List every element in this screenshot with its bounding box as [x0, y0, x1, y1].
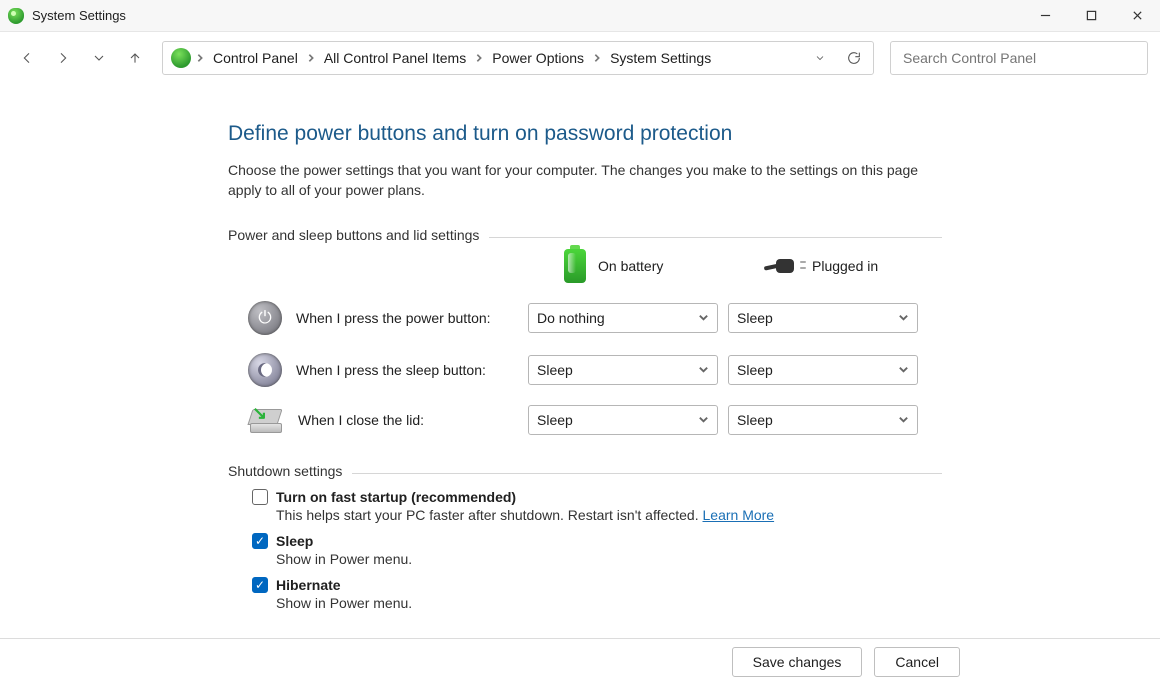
group-legend: Power and sleep buttons and lid settings: [228, 227, 489, 243]
learn-more-link[interactable]: Learn More: [703, 507, 775, 523]
on-battery-label: On battery: [598, 258, 663, 274]
power-sleep-lid-group: Power and sleep buttons and lid settings…: [228, 227, 942, 435]
hibernate-title: Hibernate: [276, 577, 341, 593]
control-panel-icon: [171, 48, 191, 68]
address-bar[interactable]: Control Panel All Control Panel Items Po…: [162, 41, 874, 75]
sleep-title: Sleep: [276, 533, 313, 549]
maximize-button[interactable]: [1068, 0, 1114, 32]
hibernate-checkbox[interactable]: [252, 577, 268, 593]
footer: Save changes Cancel: [0, 638, 1160, 684]
sleep-button-row-label: When I press the sleep button:: [228, 353, 528, 387]
chevron-down-icon: [898, 312, 909, 323]
sleep-subtext: Show in Power menu.: [276, 551, 942, 567]
chevron-right-icon[interactable]: [592, 53, 602, 63]
power-button-icon: [248, 301, 282, 335]
address-dropdown-button[interactable]: [805, 43, 835, 73]
app-icon: [8, 8, 24, 24]
chevron-down-icon: [698, 414, 709, 425]
sleep-item: Sleep Show in Power menu.: [252, 533, 942, 567]
fast-startup-item: Turn on fast startup (recommended) This …: [252, 489, 942, 523]
page-description: Choose the power settings that you want …: [228, 160, 928, 201]
close-lid-plugged-select[interactable]: Sleep: [728, 405, 918, 435]
chevron-down-icon: [698, 312, 709, 323]
breadcrumb-item[interactable]: System Settings: [606, 50, 715, 66]
chevron-down-icon: [898, 364, 909, 375]
battery-icon: [564, 249, 586, 283]
content-area: Define power buttons and turn on passwor…: [0, 84, 1160, 638]
lid-icon: ↘: [248, 407, 284, 433]
minimize-button[interactable]: [1022, 0, 1068, 32]
power-button-battery-select[interactable]: Do nothing: [528, 303, 718, 333]
up-button[interactable]: [120, 43, 150, 73]
fast-startup-subtext: This helps start your PC faster after sh…: [276, 507, 703, 523]
group-legend: Shutdown settings: [228, 463, 352, 479]
close-button[interactable]: [1114, 0, 1160, 32]
toolbar: Control Panel All Control Panel Items Po…: [0, 32, 1160, 84]
plugged-in-header: Plugged in: [728, 257, 928, 275]
power-button-plugged-select[interactable]: Sleep: [728, 303, 918, 333]
search-input[interactable]: [901, 49, 1137, 67]
window-title: System Settings: [32, 8, 126, 23]
sleep-checkbox[interactable]: [252, 533, 268, 549]
fast-startup-checkbox[interactable]: [252, 489, 268, 505]
refresh-button[interactable]: [839, 43, 869, 73]
on-battery-header: On battery: [528, 249, 728, 283]
chevron-right-icon[interactable]: [474, 53, 484, 63]
hibernate-subtext: Show in Power menu.: [276, 595, 942, 611]
chevron-down-icon: [898, 414, 909, 425]
power-button-row-label: When I press the power button:: [228, 301, 528, 335]
chevron-down-icon: [698, 364, 709, 375]
plug-icon: [764, 257, 800, 275]
breadcrumb-item[interactable]: All Control Panel Items: [320, 50, 470, 66]
search-box[interactable]: [890, 41, 1148, 75]
chevron-right-icon[interactable]: [306, 53, 316, 63]
page-title: Define power buttons and turn on passwor…: [228, 122, 942, 146]
back-button[interactable]: [12, 43, 42, 73]
title-bar: System Settings: [0, 0, 1160, 32]
fast-startup-title: Turn on fast startup (recommended): [276, 489, 516, 505]
recent-locations-button[interactable]: [84, 43, 114, 73]
close-lid-row-label: ↘ When I close the lid:: [228, 407, 528, 433]
close-lid-battery-select[interactable]: Sleep: [528, 405, 718, 435]
sleep-button-icon: [248, 353, 282, 387]
chevron-right-icon[interactable]: [195, 53, 205, 63]
cancel-button[interactable]: Cancel: [874, 647, 960, 677]
shutdown-settings-group: Shutdown settings Turn on fast startup (…: [228, 463, 942, 611]
plugged-in-label: Plugged in: [812, 258, 878, 274]
sleep-button-plugged-select[interactable]: Sleep: [728, 355, 918, 385]
breadcrumb-item[interactable]: Control Panel: [209, 50, 302, 66]
hibernate-item: Hibernate Show in Power menu.: [252, 577, 942, 611]
forward-button[interactable]: [48, 43, 78, 73]
breadcrumb-item[interactable]: Power Options: [488, 50, 588, 66]
sleep-button-battery-select[interactable]: Sleep: [528, 355, 718, 385]
save-button[interactable]: Save changes: [732, 647, 863, 677]
